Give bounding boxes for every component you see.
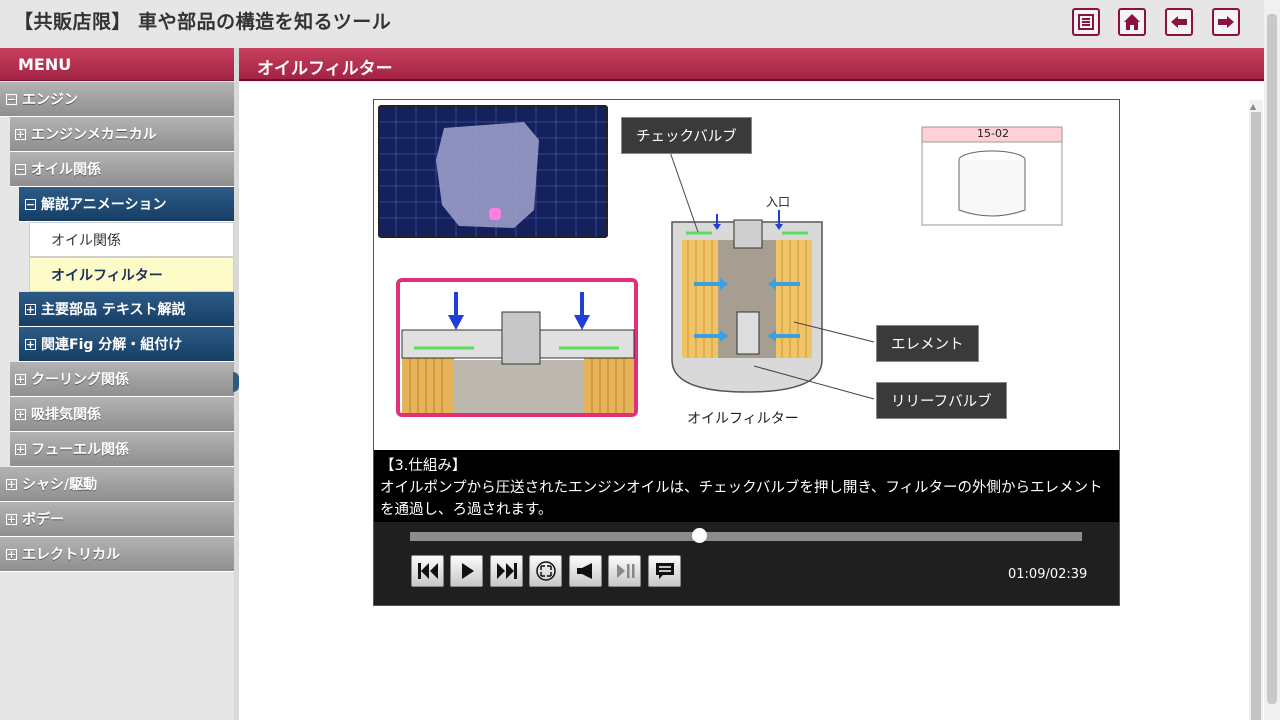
scroll-up-icon[interactable]: ▲ xyxy=(1250,102,1256,111)
menu-item-related-fig[interactable]: + 関連Fig 分解・組付け xyxy=(19,327,234,362)
check-valve-label: チェックバルブ xyxy=(621,117,752,154)
menu-item-text-explanation[interactable]: + 主要部品 テキスト解説 xyxy=(19,292,234,327)
page-title: オイルフィルター xyxy=(239,48,1264,81)
app-title: 【共販店限】 車や部品の構造を知るツール xyxy=(14,11,392,33)
element-label: エレメント xyxy=(876,325,979,362)
caption-panel: 【3.仕組み】 オイルポンプから圧送されたエンジンオイルは、チェックバルブを押し… xyxy=(374,450,1119,522)
menu-item-animation[interactable]: − 解説アニメーション xyxy=(19,187,234,222)
home-button[interactable] xyxy=(1118,8,1146,36)
filter-cross-section xyxy=(668,148,875,400)
expand-icon: + xyxy=(15,442,26,456)
inlet-label: 入口 xyxy=(766,195,791,209)
play-icon xyxy=(461,563,474,579)
play-button[interactable] xyxy=(450,555,483,587)
fullscreen-button[interactable] xyxy=(529,555,562,587)
skip-back-icon xyxy=(417,563,438,579)
part-number: 15-02 xyxy=(977,127,1009,140)
menu-item-engine[interactable]: − エンジン xyxy=(0,82,234,117)
arrow-left-icon xyxy=(1171,16,1187,28)
volume-button[interactable] xyxy=(569,555,602,587)
expand-icon: + xyxy=(25,302,36,316)
expand-icon: + xyxy=(6,512,17,526)
animation-player: チェックバルブ 入口 エレメント リリーフバルブ オイルフィルター 15-02 … xyxy=(373,99,1120,606)
content-scroll-thumb[interactable] xyxy=(1251,112,1261,720)
expand-icon: + xyxy=(6,477,17,491)
caption-heading: 【3.仕組み】 xyxy=(380,458,467,474)
index-button[interactable] xyxy=(1072,8,1100,36)
speaker-icon xyxy=(576,563,592,579)
window-scroll-thumb[interactable] xyxy=(1267,14,1277,704)
seek-bar[interactable] xyxy=(410,532,1082,541)
menu-header: MENU xyxy=(0,48,234,81)
arrow-right-icon xyxy=(1218,16,1234,28)
menu-item-oil-related[interactable]: オイル関係 xyxy=(29,222,234,257)
seek-handle[interactable] xyxy=(691,528,707,543)
menu-item-fuel[interactable]: + フューエル関係 xyxy=(10,432,234,467)
menu-item-intake-exhaust[interactable]: + 吸排気関係 xyxy=(10,397,234,432)
expand-icon: + xyxy=(15,372,26,386)
relief-valve-label: リリーフバルブ xyxy=(876,382,1007,419)
list-icon xyxy=(1078,14,1094,30)
caption-icon xyxy=(655,563,674,579)
expand-icon: + xyxy=(15,127,26,141)
expand-icon: + xyxy=(15,407,26,421)
caption-toggle-button[interactable] xyxy=(648,555,681,587)
collapse-icon: − xyxy=(6,92,17,106)
menu-item-engine-mechanical[interactable]: + エンジンメカニカル xyxy=(10,117,234,152)
time-display: 01:09/02:39 xyxy=(1008,567,1088,582)
menu-item-oil-filter[interactable]: オイルフィルター xyxy=(29,257,234,292)
oil-filter-label: オイルフィルター xyxy=(687,411,799,427)
part-thumbnail xyxy=(921,126,1063,226)
menu-item-body[interactable]: + ボデー xyxy=(0,502,234,537)
skip-forward-button[interactable] xyxy=(490,555,523,587)
step-icon xyxy=(616,564,634,578)
menu-item-oil[interactable]: − オイル関係 xyxy=(10,152,234,187)
player-controls: 01:09/02:39 xyxy=(374,522,1119,605)
check-valve-zoom xyxy=(396,278,638,417)
fullscreen-icon xyxy=(535,561,556,581)
menu-item-cooling[interactable]: + クーリング関係 xyxy=(10,362,234,397)
collapse-icon: − xyxy=(15,162,26,176)
menu-item-chassis[interactable]: + シャシ/駆動 xyxy=(0,467,234,502)
skip-back-button[interactable] xyxy=(411,555,444,587)
back-button[interactable] xyxy=(1165,8,1193,36)
skip-forward-icon xyxy=(496,563,517,579)
expand-icon: + xyxy=(6,547,17,561)
expand-icon: + xyxy=(25,337,36,351)
menu-item-electrical[interactable]: + エレクトリカル xyxy=(0,537,234,572)
engine-thumbnail xyxy=(378,105,608,238)
caption-body: オイルポンプから圧送されたエンジンオイルは、チェックバルブを押し開き、フィルター… xyxy=(380,480,1103,518)
collapse-icon: − xyxy=(25,197,36,211)
step-play-button[interactable] xyxy=(608,555,641,587)
home-icon xyxy=(1124,14,1140,30)
forward-button[interactable] xyxy=(1212,8,1240,36)
